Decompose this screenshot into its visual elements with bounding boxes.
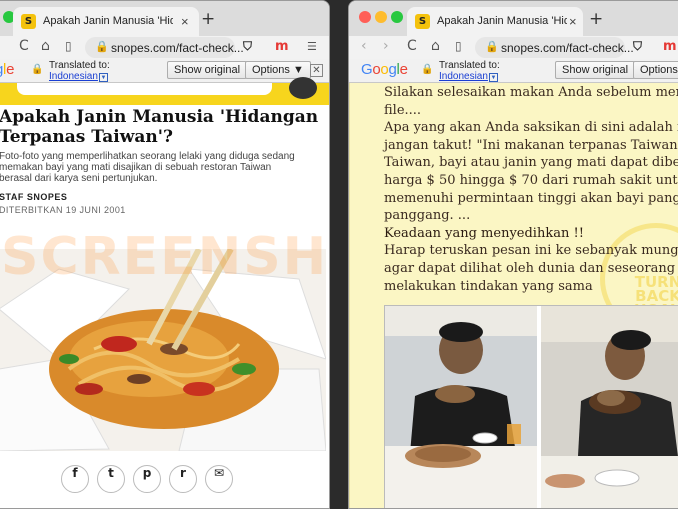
tab-title: Apakah Janin Manusia 'Hidangan [43,15,173,27]
avatar[interactable] [289,77,317,99]
site-search-input[interactable] [17,83,272,95]
browser-window-right: S Apakah Janin Manusia 'Hidangan × + ‹ ›… [348,0,678,509]
tab-bar: S Apakah Janin Manusia 'Hidangan × + [0,1,329,36]
minimize-window-button[interactable] [375,11,387,23]
message-line: memenuhi permintaan tinggi akan bayi pan… [384,190,678,206]
bookmark-icon[interactable]: ▯ [455,39,462,53]
url-text: snopes.com/fact-check... [501,41,634,55]
tab-active[interactable]: S Apakah Janin Manusia 'Hidangan × [13,7,199,36]
translated-to-label: Translated to: [49,60,110,71]
message-line: harga $ 50 hingga $ 70 dari rumah sakit … [384,173,678,188]
facebook-share-icon[interactable]: f [61,465,89,493]
email-share-icon[interactable]: ✉ [205,465,233,493]
article-view: Apakah Janin Manusia 'Hidangan Terpanas … [0,77,329,508]
message-line: jangan takut! "Ini makanan terpanas Taiw… [384,137,678,153]
show-original-button[interactable]: Show original [167,61,248,79]
snopes-favicon-icon: S [415,14,430,29]
lock-icon: 🔒 [485,40,499,53]
snopes-favicon-icon: S [21,14,36,29]
bookmark-icon[interactable]: ▯ [65,39,72,53]
google-translate-bar: Google 🔒 Translated to: Indonesian ▼ Show… [349,59,678,83]
back-icon[interactable]: ‹ [361,38,367,54]
hoax-photos [384,305,678,508]
message-line: Apa yang akan Anda saksikan di sini adal… [384,120,678,136]
lock-icon: 🔒 [95,40,109,53]
shield-extension-icon[interactable]: ⛉ [243,39,252,54]
article-date: DITERBITKAN 19 JUNI 2001 [0,205,126,215]
message-line: Taiwan, bayi atau janin yang mati dapat … [384,155,678,171]
tab-title: Apakah Janin Manusia 'Hidangan [437,15,567,27]
reload-icon[interactable]: C [19,38,29,54]
message-line: panggang. ... [384,208,471,224]
translated-to-label: Translated to: [439,60,500,71]
navigation-bar: › C ⌂ ▯ 🔒 snopes.com/fact-check... ⛉ m ☰ [0,36,329,59]
message-line: agar dapat dilihat oleh dunia dan seseor… [384,261,676,276]
forward-icon[interactable]: › [383,38,389,54]
forward-icon[interactable]: › [0,38,1,54]
tab-close-icon[interactable]: × [569,14,577,29]
browser-window-left: S Apakah Janin Manusia 'Hidangan × + › C… [0,0,330,509]
dropdown-icon: ▼ [488,73,498,82]
message-line: melakukan tindakan yang sama [384,278,593,294]
pinterest-share-icon[interactable]: p [133,465,161,493]
address-bar[interactable]: 🔒 snopes.com/fact-check... [85,37,244,58]
dropdown-icon: ▼ [98,73,108,82]
m-extension-icon[interactable]: m [663,39,677,54]
menu-icon[interactable]: ☰ [307,40,317,53]
message-line: file.... [384,102,422,118]
shield-extension-icon[interactable]: ⛉ [633,39,642,54]
reload-icon[interactable]: C [407,38,417,54]
home-icon[interactable]: ⌂ [41,38,50,54]
translated-to-block: Translated to: Indonesian ▼ [439,60,500,82]
close-translate-icon[interactable]: ✕ [310,64,323,77]
url-text: snopes.com/fact-check... [111,41,244,55]
translate-lock-icon: 🔒 [421,64,434,75]
new-tab-button[interactable]: + [589,9,603,29]
navigation-bar: ‹ › C ⌂ ▯ 🔒 snopes.com/fact-check... ⛉ m [349,36,678,59]
m-extension-icon[interactable]: m [275,39,289,54]
language-select[interactable]: Indonesian ▼ [49,71,110,82]
tab-close-icon[interactable]: × [181,14,189,29]
article-title: Apakah Janin Manusia 'Hidangan Terpanas … [0,107,319,147]
home-icon[interactable]: ⌂ [431,38,440,54]
google-translate-bar: gle 🔒 Translated to: Indonesian▼ Show or… [0,59,329,83]
message-line: Keadaan yang menyedihkan !! [384,225,584,241]
google-logo: gle [0,61,15,78]
article-author[interactable]: STAF SNOPES [0,192,67,202]
noodle-box-photo [0,249,326,451]
language-select[interactable]: Indonesian ▼ [439,71,500,82]
tab-bar: S Apakah Janin Manusia 'Hidangan × + [349,1,678,36]
site-header [0,77,329,105]
message-line: Silakan selesaikan makan Anda sebelum me… [384,85,678,100]
google-logo: Google [361,61,408,78]
address-bar[interactable]: 🔒 snopes.com/fact-check... [475,37,634,58]
hoax-message-view: TURN BACK HOAX Silakan selesaikan makan … [349,83,678,508]
zoom-window-button[interactable] [391,11,403,23]
options-button[interactable]: Options [633,61,678,79]
translated-to-block: Translated to: Indonesian ▼ [49,60,110,82]
article-subtitle: Foto-foto yang memperlihatkan seorang le… [0,151,295,184]
tab-active[interactable]: S Apakah Janin Manusia 'Hidangan × [407,7,583,36]
message-line: Harap teruskan pesan ini ke sebanyak mun… [384,243,678,259]
twitter-share-icon[interactable]: t [97,465,125,493]
new-tab-button[interactable]: + [201,9,215,29]
translate-lock-icon: 🔒 [31,64,44,75]
reddit-share-icon[interactable]: r [169,465,197,493]
close-window-button[interactable] [359,11,371,23]
show-original-button[interactable]: Show original [555,61,636,79]
